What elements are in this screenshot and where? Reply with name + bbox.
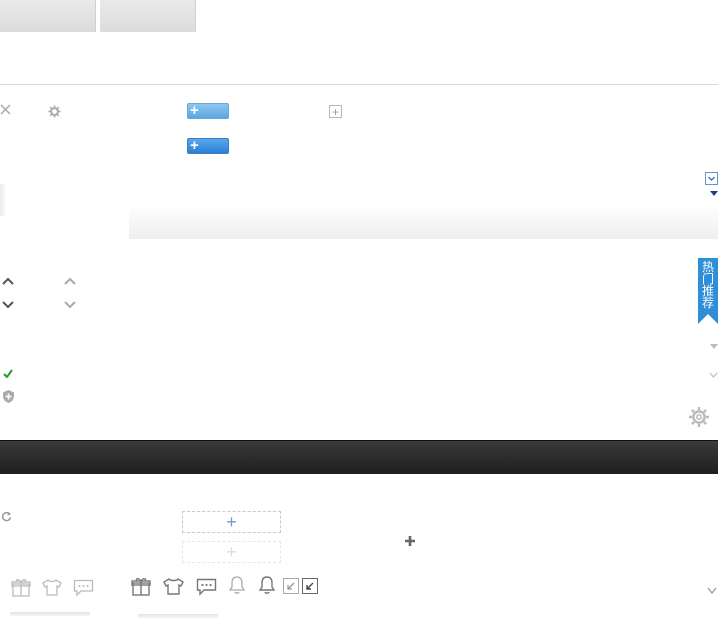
small-caret-icon bbox=[710, 344, 718, 350]
add-button-solid-label: + bbox=[190, 137, 199, 154]
divider bbox=[0, 84, 718, 85]
bottom-caret-icon bbox=[707, 587, 717, 595]
bottom-shadow-bar-1 bbox=[10, 612, 90, 616]
add-slot-2[interactable]: + bbox=[182, 541, 281, 563]
close-icon[interactable] bbox=[0, 104, 12, 116]
chevron-down-light-icon[interactable] bbox=[64, 300, 76, 310]
caret-down-icon bbox=[710, 191, 718, 197]
shield-icon bbox=[1, 389, 16, 404]
add-button-light[interactable]: + bbox=[187, 103, 229, 119]
add-button-light-label: + bbox=[190, 102, 199, 119]
shrink-icon[interactable] bbox=[283, 578, 299, 594]
bottom-shadow-bar-2 bbox=[138, 614, 218, 618]
bell-active-icon[interactable] bbox=[257, 575, 277, 595]
gift-icon[interactable] bbox=[11, 578, 31, 597]
chat-icon[interactable] bbox=[73, 579, 94, 597]
tab-1[interactable] bbox=[0, 0, 96, 32]
refresh-icon[interactable] bbox=[1, 511, 12, 522]
add-button-solid[interactable]: + bbox=[187, 138, 229, 154]
plus-icon[interactable]: + bbox=[404, 535, 416, 547]
add-slot-2-label: + bbox=[226, 541, 237, 562]
left-edge-bar bbox=[0, 184, 5, 216]
add-box-button[interactable]: + bbox=[329, 105, 342, 118]
tab-2[interactable] bbox=[100, 0, 196, 32]
shrink-active-icon[interactable] bbox=[302, 578, 318, 594]
dark-toolbar-band bbox=[0, 440, 718, 474]
gift-active-icon[interactable] bbox=[131, 576, 151, 596]
check-icon bbox=[3, 369, 13, 378]
add-slot-1[interactable]: + bbox=[182, 511, 281, 533]
chevron-up-icon[interactable] bbox=[2, 276, 14, 286]
gear-icon[interactable] bbox=[48, 105, 61, 118]
hot-recommend-label: 热门推荐 bbox=[702, 260, 715, 310]
settings-gear-icon[interactable] bbox=[688, 406, 710, 428]
add-slot-1-label: + bbox=[226, 511, 237, 532]
shirt-icon[interactable] bbox=[42, 578, 62, 597]
chevron-up-light-icon[interactable] bbox=[64, 276, 76, 286]
small-expand-icon bbox=[709, 372, 718, 379]
gradient-band bbox=[129, 204, 718, 239]
bell-icon[interactable] bbox=[227, 575, 247, 595]
add-box-label: + bbox=[331, 104, 339, 119]
dropdown-box-icon[interactable] bbox=[705, 172, 718, 185]
shirt-active-icon[interactable] bbox=[163, 577, 184, 596]
ribbon-tail bbox=[698, 314, 718, 324]
chevron-down-icon[interactable] bbox=[2, 300, 14, 310]
chat-active-icon[interactable] bbox=[196, 578, 217, 597]
